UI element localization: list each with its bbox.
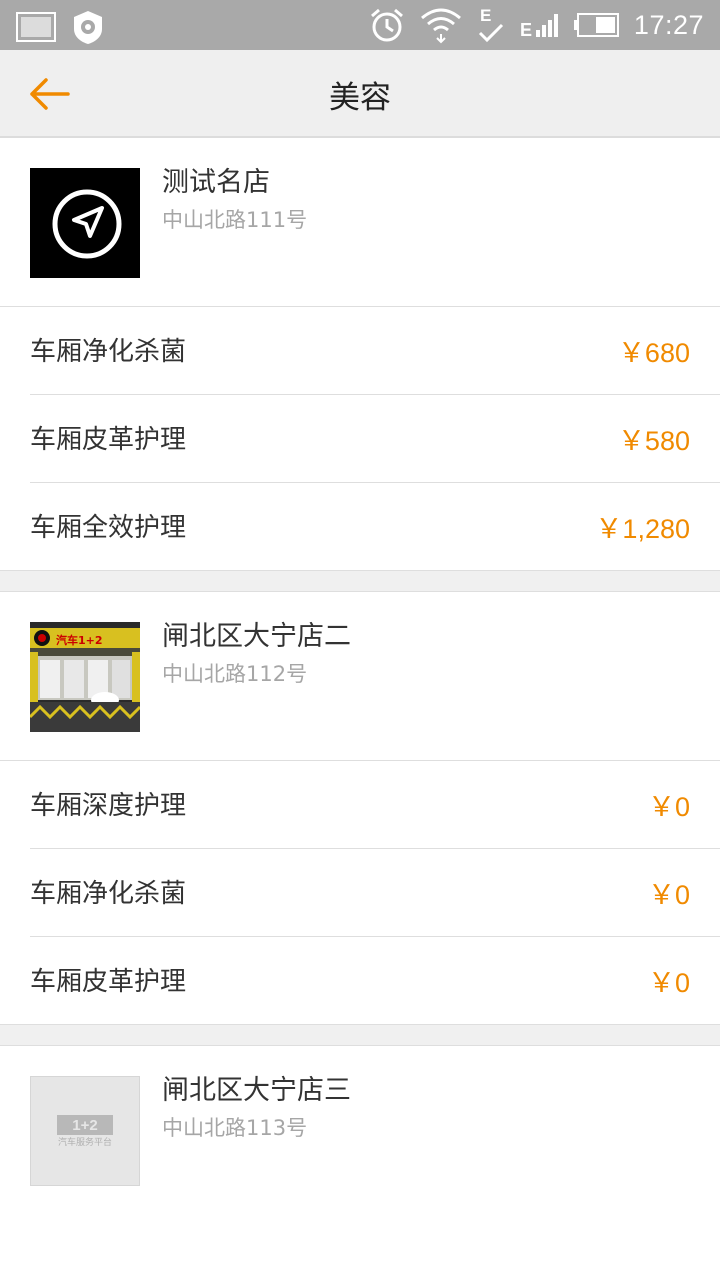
- service-row[interactable]: 车厢净化杀菌 ￥0: [30, 849, 720, 937]
- placeholder-logo-icon: 1+2 汽车服务平台: [57, 1115, 113, 1148]
- store-thumbnail: [30, 168, 140, 278]
- app-bar: 美容: [0, 50, 720, 138]
- image-notification-icon: [16, 12, 56, 42]
- service-price: ￥0: [647, 968, 690, 998]
- service-name: 车厢净化杀菌: [30, 337, 187, 367]
- service-name: 车厢全效护理: [30, 513, 187, 543]
- section-divider: [0, 571, 720, 592]
- store-thumbnail: 1+2 汽车服务平台: [30, 1076, 140, 1186]
- battery-icon: [573, 13, 619, 37]
- placeholder-logo-subtitle: 汽车服务平台: [58, 1136, 112, 1148]
- page-title: 美容: [329, 80, 391, 116]
- store-header[interactable]: 1+2 汽车服务平台 闸北区大宁店三 中山北路113号: [0, 1046, 720, 1186]
- service-price: ￥0: [647, 880, 690, 910]
- service-price: ￥680: [617, 338, 690, 368]
- status-bar: E E 17:27: [0, 0, 720, 50]
- store-address: 中山北路111号: [162, 208, 308, 232]
- store-thumbnail: 汽车1+2: [30, 622, 140, 732]
- service-name: 车厢深度护理: [30, 791, 187, 821]
- service-row[interactable]: 车厢全效护理 ￥1,280: [0, 483, 720, 571]
- store-name: 闸北区大宁店二: [162, 621, 351, 652]
- service-name: 车厢皮革护理: [30, 967, 187, 997]
- store-list: 测试名店 中山北路111号 车厢净化杀菌 ￥680 车厢皮革护理 ￥580 车厢…: [0, 138, 720, 1186]
- alarm-icon: [370, 8, 403, 42]
- store-address: 中山北路112号: [162, 662, 308, 686]
- banner-text: 汽车1+2: [56, 633, 103, 647]
- svg-text:E: E: [480, 6, 491, 25]
- placeholder-logo-title: 1+2: [72, 1117, 97, 1134]
- wifi-icon: [420, 8, 461, 44]
- service-row[interactable]: 车厢深度护理 ￥0: [30, 761, 720, 849]
- svg-text:E: E: [520, 20, 532, 40]
- clock-time: 17:27: [633, 9, 704, 40]
- store-name: 测试名店: [162, 167, 270, 198]
- settings-notification-icon: [74, 11, 102, 44]
- store-header[interactable]: 测试名店 中山北路111号: [0, 138, 720, 307]
- store-address: 中山北路113号: [162, 1116, 308, 1140]
- store-name: 闸北区大宁店三: [162, 1075, 351, 1106]
- service-price: ￥0: [647, 792, 690, 822]
- storefront-photo-icon: 汽车1+2: [30, 622, 140, 732]
- service-name: 车厢皮革护理: [30, 425, 187, 455]
- service-row[interactable]: 车厢净化杀菌 ￥680: [30, 307, 720, 395]
- service-price: ￥1,280: [595, 514, 690, 544]
- signal-icon: E: [520, 14, 558, 40]
- service-row[interactable]: 车厢皮革护理 ￥0: [0, 937, 720, 1025]
- service-price: ￥580: [617, 426, 690, 456]
- service-name: 车厢净化杀菌: [30, 879, 187, 909]
- navigation-logo-icon: [52, 189, 122, 259]
- store-header[interactable]: 汽车1+2 闸北区大宁店二 中山北路112号: [0, 592, 720, 761]
- network-e-icon: E: [478, 6, 503, 43]
- section-divider: [0, 1025, 720, 1046]
- service-row[interactable]: 车厢皮革护理 ￥580: [30, 395, 720, 483]
